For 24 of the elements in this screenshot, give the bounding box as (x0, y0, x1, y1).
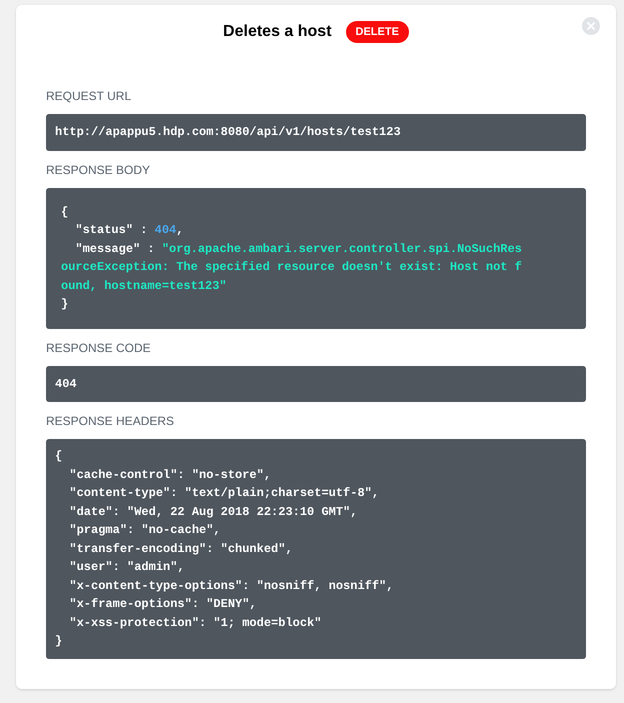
section-label: REQUEST URL (46, 88, 132, 105)
code-line: "cache-control": "no-store", (68, 466, 272, 484)
code-line: "date": "Wed, 22 Aug 2018 22:23:10 GMT", (68, 504, 358, 520)
code-line: "x-frame-options": "DENY", (68, 596, 258, 613)
code-line: { (55, 448, 64, 465)
section-label: RESPONSE CODE (46, 340, 152, 356)
code-line: "status" : 404, (74, 222, 184, 239)
dialog-title: Deletes a host (223, 22, 332, 42)
code-line: { (61, 204, 70, 220)
code-line: "x-content-type-options": "nosniff, nosniff", (68, 578, 394, 594)
section-label: RESPONSE HEADERS (46, 413, 176, 430)
section-label: RESPONSE BODY (46, 162, 152, 178)
code-line: } (61, 296, 70, 313)
code-line: http://apappu5.hdp.com:8080/api/v1/hosts/test123 (55, 124, 402, 141)
code-line: } (55, 633, 64, 650)
code-line: "transfer-encoding": "chunked", (68, 540, 294, 558)
code-line: "user": "admin", (68, 559, 186, 576)
code-line: 404 (55, 376, 78, 392)
code-line: "x-xss-protection": "1; mode=block" (68, 614, 322, 632)
method-badge: DELETE (346, 20, 409, 44)
close-icon[interactable] (582, 17, 600, 35)
code-line: "pragma": "no-cache", (68, 522, 222, 539)
code-line: "content-type": "text/plain;charset=utf-8", (68, 485, 380, 502)
code-line: "message" : "org.apache.ambari.server.controller.spi.NoSuchResourceException: The specified resource doesn't exist: Host not found, hostname=test123" (61, 240, 522, 294)
